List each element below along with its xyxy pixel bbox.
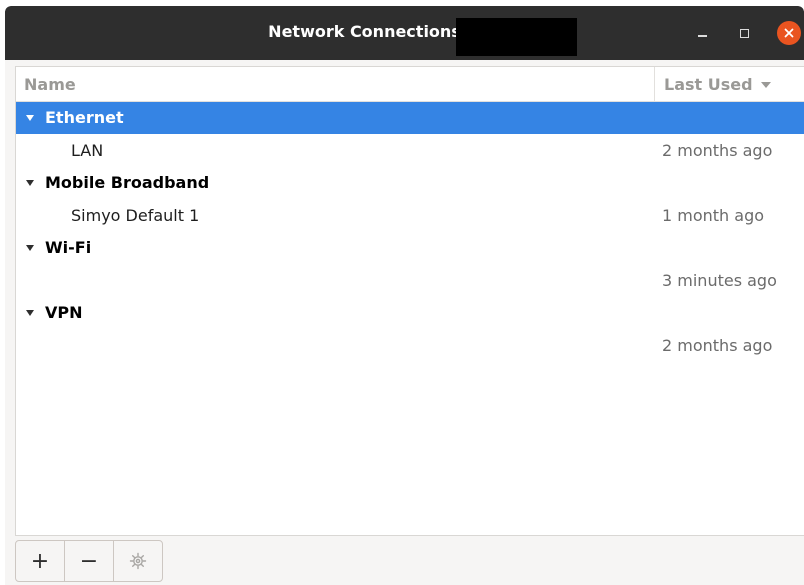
group-row-ethernet[interactable]: Ethernet — [16, 102, 804, 134]
column-header-last-used[interactable]: Last Used — [664, 75, 771, 94]
connection-name: LAN — [71, 141, 104, 160]
remove-connection-button[interactable]: − — [64, 541, 113, 581]
list-header: Name Last Used — [16, 67, 804, 102]
connection-row-simyo[interactable]: Simyo Default 1 1 month ago — [16, 199, 804, 231]
minimize-button[interactable] — [690, 21, 714, 45]
group-name: VPN — [45, 303, 83, 322]
sort-descending-icon — [760, 81, 771, 88]
group-name: Mobile Broadband — [45, 173, 210, 192]
group-label: Ethernet — [26, 108, 124, 127]
connection-row-lan[interactable]: LAN 2 months ago — [16, 134, 804, 166]
expander-down-icon[interactable] — [26, 114, 34, 121]
connection-last-used: 1 month ago — [662, 206, 765, 225]
expander-down-icon[interactable] — [26, 179, 34, 186]
minimize-icon — [697, 35, 707, 37]
gear-icon — [129, 552, 147, 570]
network-connections-window: Network Connections Name Last Used Ether… — [5, 6, 804, 585]
group-row-vpn[interactable]: VPN — [16, 297, 804, 329]
group-name: Ethernet — [45, 108, 124, 127]
close-icon — [784, 28, 794, 38]
connection-row-wifi[interactable]: 3 minutes ago — [16, 264, 804, 296]
column-header-name[interactable]: Name — [24, 75, 76, 94]
group-label: VPN — [26, 303, 83, 322]
add-icon: + — [30, 548, 50, 574]
connection-name: Simyo Default 1 — [71, 206, 200, 225]
connection-toolbar: + − — [15, 540, 163, 582]
close-button[interactable] — [777, 21, 801, 45]
column-header-last-used-label: Last Used — [664, 75, 753, 94]
group-row-mobile-broadband[interactable]: Mobile Broadband — [16, 167, 804, 199]
window-title: Network Connections — [268, 22, 461, 41]
redacted-region — [456, 18, 577, 56]
column-separator[interactable] — [654, 67, 655, 101]
connection-last-used: 2 months ago — [662, 336, 773, 355]
title-bar[interactable]: Network Connections — [5, 6, 804, 60]
connection-row-vpn[interactable]: 2 months ago — [16, 329, 804, 361]
connection-last-used: 3 minutes ago — [662, 271, 777, 290]
connections-list[interactable]: Name Last Used Ethernet LAN 2 months ago… — [15, 66, 804, 536]
edit-connection-button[interactable] — [113, 541, 162, 581]
maximize-button[interactable] — [732, 21, 756, 45]
group-name: Wi-Fi — [45, 238, 92, 257]
add-connection-button[interactable]: + — [16, 541, 64, 581]
expander-down-icon[interactable] — [26, 244, 34, 251]
expander-down-icon[interactable] — [26, 309, 34, 316]
group-label: Wi-Fi — [26, 238, 91, 257]
maximize-icon — [739, 28, 749, 38]
connection-last-used: 2 months ago — [662, 141, 773, 160]
remove-icon: − — [79, 548, 99, 574]
group-label: Mobile Broadband — [26, 173, 209, 192]
group-row-wifi[interactable]: Wi-Fi — [16, 232, 804, 264]
